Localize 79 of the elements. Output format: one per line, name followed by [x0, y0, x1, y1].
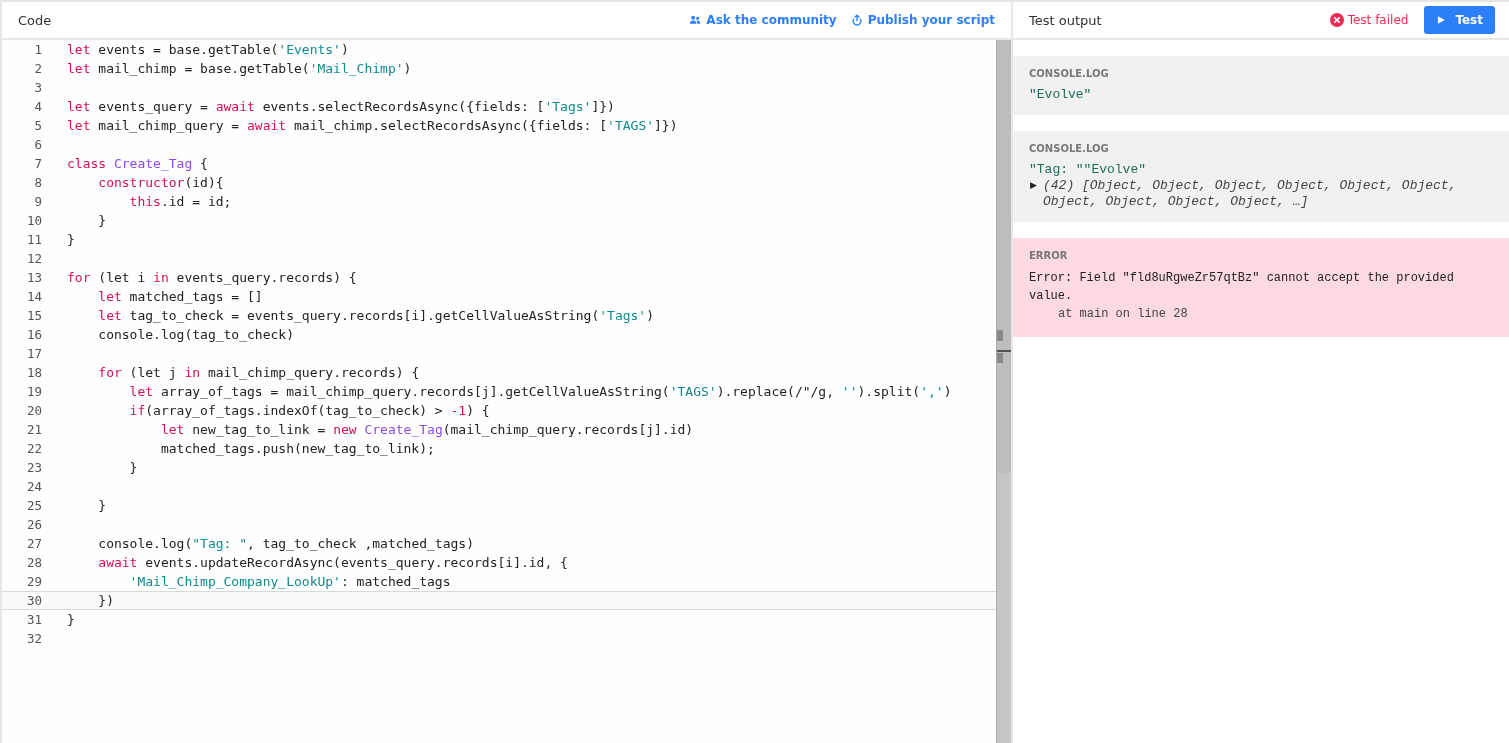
code-line: constructor(id){ — [97, 174, 224, 192]
line-number: 18 — [25, 364, 42, 382]
expand-triangle-icon — [1029, 181, 1038, 190]
log-value: "Evolve" — [1029, 87, 1093, 103]
line-number: 29 — [25, 573, 42, 591]
line-number: 25 — [25, 497, 42, 515]
code-line: await events.updateRecordAsync(events_query.records[i].id, { — [97, 554, 568, 572]
log-value: "Tag: ""Evolve" — [1029, 162, 1148, 178]
code-line: 'Mail_Chimp_Company_LookUp': matched_tags — [128, 573, 451, 591]
code-line: let tag_to_check = events_query.records[i].getCellValueAsString('Tags') — [97, 307, 655, 325]
line-number: 23 — [25, 459, 42, 477]
line-number: 9 — [33, 193, 42, 211]
header-link[interactable]: Publish your script — [850, 13, 995, 27]
line-number: 24 — [25, 478, 42, 496]
code-line: let events = base.getTable('Events') — [67, 41, 349, 59]
entry-label: CONSOLE.LOG — [1029, 143, 1110, 154]
code-line: for (let i in events_query.records) { — [67, 269, 357, 287]
code-line: for (let j in mail_chimp_query.records) { — [97, 364, 420, 382]
line-number: 21 — [25, 421, 42, 439]
code-line: if(array_of_tags.indexOf(tag_to_check) > -1) { — [128, 402, 490, 420]
line-number: 3 — [33, 79, 42, 97]
code-line: let array_of_tags = mail_chimp_query.records[j].getCellValueAsString('TAGS').replace(/"/g, '').split(',') — [128, 383, 952, 401]
code-line: matched_tags.push(new_tag_to_link); — [159, 440, 435, 458]
line-number: 8 — [33, 174, 42, 192]
code-line: class Create_Tag { — [67, 155, 208, 173]
code-line: console.log(tag_to_check) — [97, 326, 294, 344]
entry-label: CONSOLE.LOG — [1029, 68, 1110, 79]
line-number: 5 — [33, 117, 42, 135]
line-number: 27 — [25, 535, 42, 553]
line-number: 7 — [33, 155, 42, 173]
panel-title: Test output — [1029, 12, 1102, 28]
line-number: 19 — [25, 383, 42, 401]
upload-icon — [850, 14, 863, 26]
code-line: let new_tag_to_link = new Create_Tag(mail_chimp_query.records[j].id) — [159, 421, 694, 439]
code-line: } — [97, 497, 107, 515]
code-line: } — [67, 231, 75, 249]
line-number: 32 — [25, 630, 42, 648]
code-line: } — [97, 212, 107, 230]
error-message: Error: Field "fld8uRgweZr57qtBz" cannot accept the provided value. — [1029, 270, 1455, 305]
code-line: this.id = id; — [128, 193, 232, 211]
scroll-marker — [997, 330, 1003, 341]
status-text: Test failed — [1347, 13, 1409, 27]
scrollbar-thumb[interactable] — [997, 40, 1011, 473]
line-number: 4 — [33, 98, 42, 116]
line-number: 28 — [25, 554, 42, 572]
play-icon — [1436, 15, 1447, 25]
code-line: }) — [97, 592, 114, 609]
code-line: } — [67, 611, 75, 629]
line-number: 6 — [33, 136, 42, 154]
line-number: 10 — [25, 212, 42, 230]
test-button[interactable]: Test — [1424, 6, 1495, 34]
scrollbar-track[interactable] — [996, 40, 1011, 743]
line-number: 2 — [33, 60, 42, 78]
code-line: } — [128, 459, 138, 477]
code-line: let mail_chimp_query = await mail_chimp.selectRecordsAsync({fields: ['TAGS']}) — [67, 117, 678, 135]
people-icon — [689, 14, 702, 26]
line-number: 11 — [25, 231, 42, 249]
array-preview[interactable]: (42) [Object, Object, Object, Object, Object, Object, Object, Object, Object, Object, …] — [1043, 178, 1485, 210]
line-number: 26 — [25, 516, 42, 534]
code-line: let events_query = await events.selectRecordsAsync({fields: ['Tags']}) — [67, 98, 615, 116]
header-link[interactable]: Ask the community — [689, 13, 837, 27]
code-line: let matched_tags = [] — [97, 288, 263, 306]
line-number: 16 — [25, 326, 42, 344]
entry-label: ERROR — [1029, 250, 1069, 261]
line-number: 15 — [25, 307, 42, 325]
code-line: console.log("Tag: ", tag_to_check ,matched_tags) — [97, 535, 474, 553]
line-number: 1 — [33, 41, 42, 59]
line-number: 13 — [25, 269, 42, 287]
code-line: let mail_chimp = base.getTable('Mail_Chimp') — [67, 60, 412, 78]
line-number: 17 — [25, 345, 42, 363]
line-number: 14 — [25, 288, 42, 306]
stack-trace: at main on line 28 — [1057, 306, 1189, 323]
line-number: 30 — [25, 592, 42, 609]
error-icon — [1329, 13, 1344, 27]
line-number: 22 — [25, 440, 42, 458]
line-number: 31 — [25, 611, 42, 629]
line-number: 20 — [25, 402, 42, 420]
panel-title: Code — [18, 12, 52, 28]
line-number: 12 — [25, 250, 42, 268]
